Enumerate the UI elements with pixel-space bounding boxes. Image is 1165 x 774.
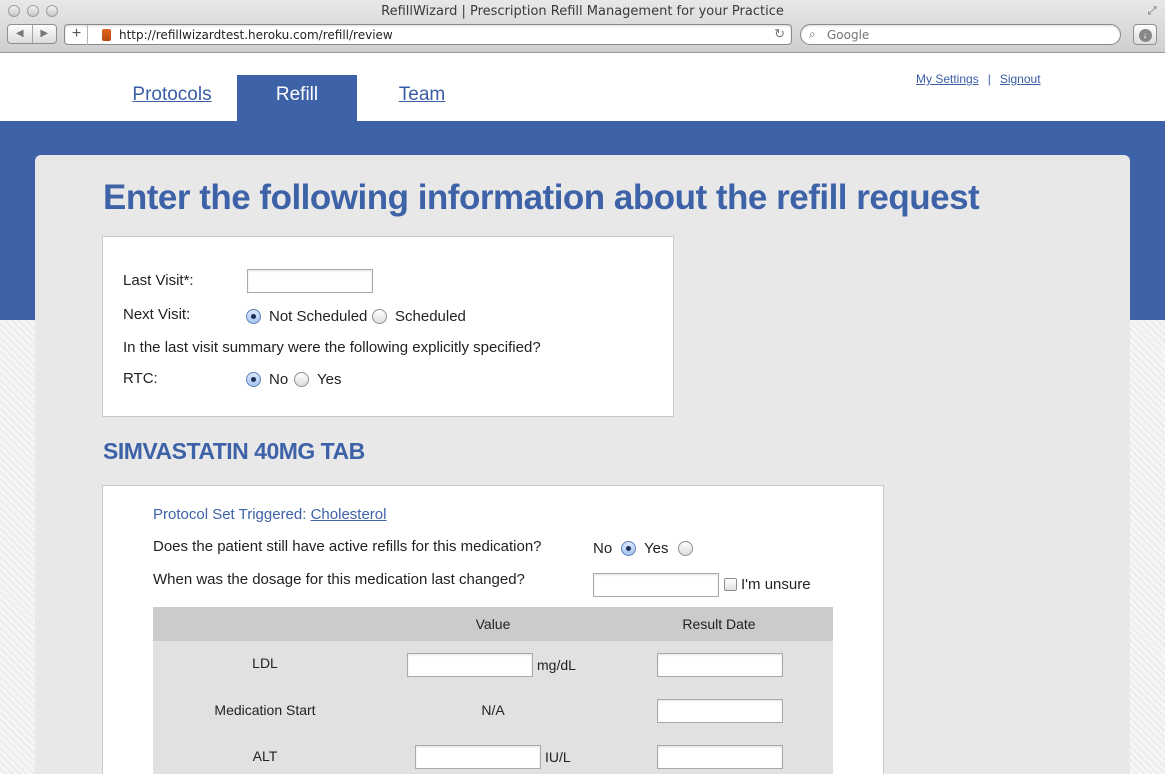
last-visit-field[interactable]	[247, 269, 373, 293]
alt-unit: IU/L	[545, 749, 571, 765]
ldl-result-date-field[interactable]	[657, 653, 783, 677]
unsure-checkbox[interactable]	[724, 578, 737, 591]
forward-icon[interactable]: ▶	[31, 25, 57, 43]
alt-result-date-field[interactable]	[657, 745, 783, 769]
browser-toolbar: RefillWizard | Prescription Refill Manag…	[0, 0, 1165, 53]
ldl-unit: mg/dL	[537, 657, 576, 673]
active-refills-question: Does the patient still have active refil…	[153, 538, 542, 555]
download-icon: ↓	[1138, 29, 1152, 42]
rtc-no-label: No	[269, 371, 289, 388]
active-refills-yes-radio[interactable]	[678, 541, 693, 556]
medication-name: SIMVASTATIN 40MG TAB	[103, 438, 365, 464]
tab-protocols[interactable]: Protocols	[112, 75, 232, 121]
page-title: Enter the following information about th…	[103, 178, 980, 217]
rtc-no-radio[interactable]	[246, 372, 261, 387]
active-refills-no-label: No	[593, 540, 613, 557]
rtc-yes-radio[interactable]	[294, 372, 309, 387]
search-icon: ⌕	[809, 27, 816, 41]
unsure-label: I'm unsure	[741, 576, 811, 593]
window-title: RefillWizard | Prescription Refill Manag…	[381, 4, 784, 19]
signout-link[interactable]: Signout	[1000, 72, 1041, 86]
site-header: Protocols Refill Team My Settings | Signou…	[0, 53, 1165, 121]
medication-start-label: Medication Start	[214, 702, 316, 718]
link-separator: |	[987, 72, 991, 86]
medication-start-value: N/A	[481, 702, 505, 718]
reload-icon[interactable]: ↻	[774, 26, 785, 42]
dosage-question: When was the dosage for this medication …	[153, 571, 525, 588]
result-date-column-header: Result Date	[682, 616, 756, 632]
url-text[interactable]: http://refillwizardtest.heroku.com/refil…	[119, 28, 393, 42]
value-column-header: Value	[475, 616, 511, 632]
address-bar[interactable]: + http://refillwizardtest.heroku.com/ref…	[64, 24, 792, 45]
site-favicon-icon	[102, 29, 111, 41]
scheduled-label: Scheduled	[395, 308, 466, 325]
history-buttons: ◀ ▶	[7, 24, 57, 44]
rtc-label: RTC:	[123, 370, 158, 387]
protocol-link[interactable]: Cholesterol	[311, 506, 387, 523]
search-bar[interactable]: ⌕	[800, 24, 1121, 45]
user-links: My Settings | Signout	[916, 72, 1041, 86]
next-visit-scheduled-radio[interactable]	[372, 309, 387, 324]
next-visit-not-scheduled-radio[interactable]	[246, 309, 261, 324]
last-visit-label: Last Visit*:	[123, 272, 194, 289]
fullscreen-icon[interactable]: ⤢	[1145, 4, 1159, 18]
search-input[interactable]	[827, 28, 1107, 42]
next-visit-label: Next Visit:	[123, 306, 191, 323]
summary-question: In the last visit summary were the follo…	[123, 339, 541, 356]
active-refills-yes-label: Yes	[644, 540, 669, 557]
tab-refill[interactable]: Refill	[237, 75, 357, 121]
back-icon[interactable]: ◀	[8, 25, 32, 43]
protocol-prefix: Protocol Set Triggered:	[153, 506, 307, 523]
lab-results-table: Value Result Date LDL mg/dL Medication S…	[153, 607, 833, 774]
alt-label: ALT	[252, 748, 278, 764]
visit-info-box	[102, 236, 674, 417]
tab-team[interactable]: Team	[362, 75, 482, 121]
add-bookmark-icon[interactable]: +	[66, 25, 88, 45]
alt-value-field[interactable]	[415, 745, 541, 769]
downloads-button[interactable]: ↓	[1133, 24, 1157, 45]
protocol-set-line: Protocol Set Triggered: Cholesterol	[153, 506, 386, 523]
dosage-changed-field[interactable]	[593, 573, 719, 597]
ldl-label: LDL	[252, 655, 278, 671]
ldl-value-field[interactable]	[407, 653, 533, 677]
table-header: Value Result Date	[153, 607, 833, 641]
medication-start-date-field[interactable]	[657, 699, 783, 723]
not-scheduled-label: Not Scheduled	[269, 308, 368, 325]
active-refills-no-radio[interactable]	[621, 541, 636, 556]
my-settings-link[interactable]: My Settings	[916, 72, 979, 86]
rtc-yes-label: Yes	[317, 371, 342, 388]
